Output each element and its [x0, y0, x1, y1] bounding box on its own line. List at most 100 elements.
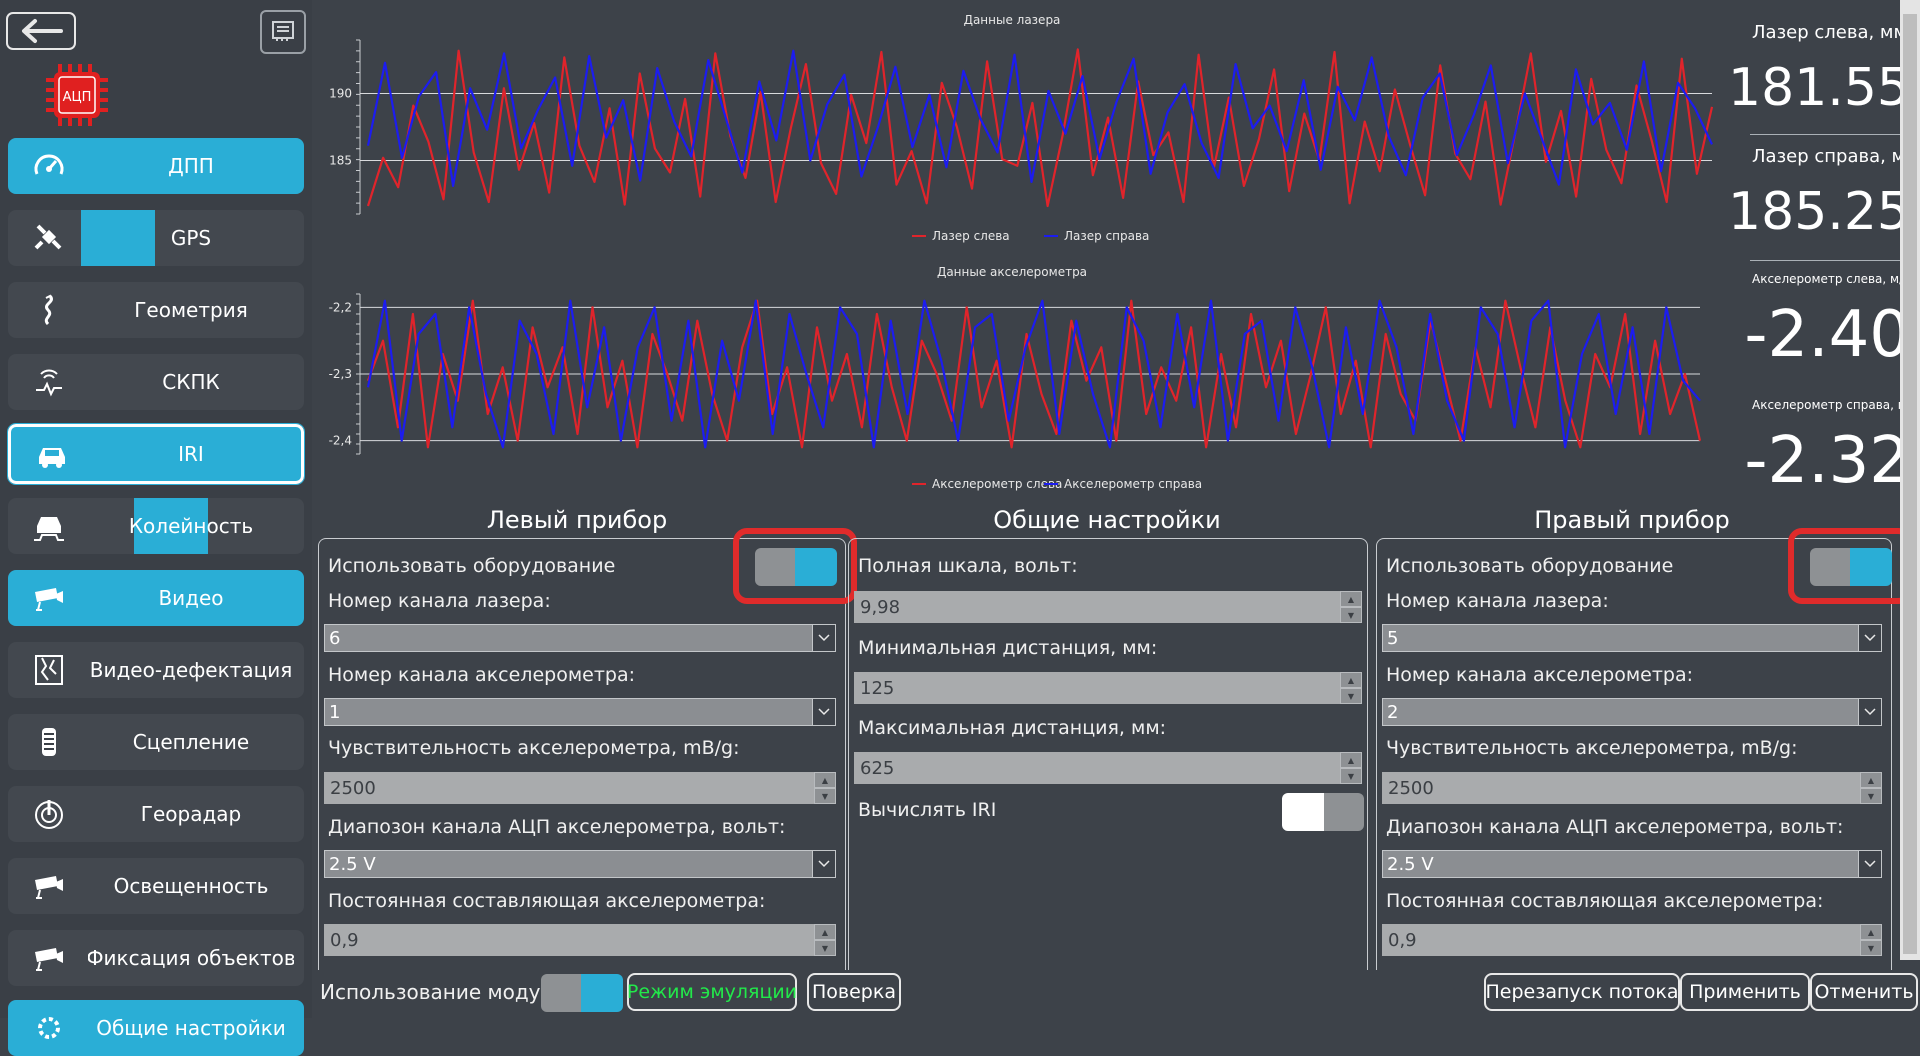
- right-range-label: Диапозон канала АЦП акселерометра, вольт…: [1386, 816, 1844, 838]
- camera-icon: [35, 588, 63, 611]
- spin-up-icon[interactable]: ▲: [1340, 591, 1362, 607]
- verification-button[interactable]: Поверка: [807, 973, 901, 1011]
- readout-divider: [1750, 260, 1908, 261]
- arrow-left-icon: [22, 19, 63, 43]
- right-accel-channel-select[interactable]: 2: [1382, 698, 1882, 726]
- sidebar-item-objects[interactable]: Фиксация объектов: [8, 930, 304, 986]
- sidebar-item-video[interactable]: Видео: [8, 570, 304, 626]
- sidebar-item-common-settings[interactable]: Общие настройки: [8, 1000, 304, 1056]
- signal-icon: [36, 369, 62, 397]
- select-value: 2.5 V: [1387, 853, 1434, 875]
- spin-up-icon[interactable]: ▲: [1340, 672, 1362, 688]
- min-distance-label: Минимальная дистанция, мм:: [858, 637, 1158, 659]
- sidebar-item-label: Видео-дефектация: [89, 658, 293, 682]
- sidebar-item-label: IRI: [178, 442, 204, 466]
- device-settings-button[interactable]: [260, 10, 306, 54]
- max-distance-input[interactable]: 625 ▲ ▼: [854, 752, 1362, 784]
- y-tick-label: 185: [329, 153, 352, 167]
- spin-up-icon[interactable]: ▲: [814, 772, 836, 788]
- left-laser-channel-select[interactable]: 6: [324, 624, 836, 652]
- right-accel-channel-label: Номер канала акселерометра:: [1386, 664, 1694, 686]
- full-scale-input[interactable]: 9,98 ▲ ▼: [854, 591, 1362, 623]
- accel-chart: Данные акселерометра -2,2 -2,3 -2,4 Акселеро…: [329, 265, 1702, 491]
- sidebar-item-grip[interactable]: Сцепление: [8, 714, 304, 770]
- accel-right-label: Акселерометр справа, м/с²: [1752, 398, 1920, 412]
- input-value: 2500: [1388, 777, 1434, 799]
- calc-iri-label: Вычислять IRI: [858, 799, 997, 821]
- spin-down-icon[interactable]: ▼: [1340, 688, 1362, 704]
- left-dc-input[interactable]: 0,9 ▲ ▼: [324, 924, 836, 956]
- chevron-down-icon: [812, 851, 835, 877]
- left-accel-channel-select[interactable]: 1: [324, 698, 836, 726]
- right-use-label: Использовать оборудование: [1386, 555, 1674, 577]
- y-tick-label: -2,4: [329, 434, 352, 448]
- spin-down-icon[interactable]: ▼: [1340, 768, 1362, 784]
- sidebar-item-rut[interactable]: Колейность: [8, 498, 304, 554]
- min-distance-input[interactable]: 125 ▲ ▼: [854, 672, 1362, 704]
- laser-left-label: Лазер слева, мм: [1752, 22, 1908, 43]
- sidebar-item-iri[interactable]: IRI: [7, 423, 305, 485]
- left-range-select[interactable]: 2.5 V: [324, 850, 836, 878]
- adc-logo-text: АЦП: [63, 90, 92, 105]
- sidebar-item-geometry[interactable]: Геометрия: [8, 282, 304, 338]
- right-laser-channel-select[interactable]: 5: [1382, 624, 1882, 652]
- legend-label: Акселерометр справа: [1064, 477, 1202, 491]
- chevron-down-icon: [812, 625, 835, 651]
- gear-icon: [38, 1017, 60, 1039]
- spin-up-icon[interactable]: ▲: [1340, 752, 1362, 768]
- sidebar-item-label: Сцепление: [132, 730, 250, 754]
- series-line-1: [366, 48, 1714, 208]
- sidebar-item-video-defect[interactable]: Видео-дефектация: [8, 642, 304, 698]
- input-value: 625: [860, 757, 895, 779]
- legend-label: Лазер справа: [1064, 229, 1149, 243]
- restart-stream-button[interactable]: Перезапуск потока: [1484, 973, 1680, 1011]
- spin-down-icon[interactable]: ▼: [814, 788, 836, 804]
- sidebar-item-georadar[interactable]: Георадар: [8, 786, 304, 842]
- spin-down-icon[interactable]: ▼: [1340, 607, 1362, 623]
- sidebar-item-label: GPS: [170, 226, 212, 250]
- select-value: 1: [329, 701, 341, 723]
- cancel-button[interactable]: Отменить: [1810, 973, 1918, 1011]
- right-dc-label: Постоянная составляющая акселерометра:: [1386, 890, 1824, 912]
- max-distance-label: Максимальная дистанция, мм:: [858, 717, 1167, 739]
- module-usage-toggle[interactable]: [541, 974, 623, 1012]
- spin-down-icon[interactable]: ▼: [814, 940, 836, 956]
- sidebar-item-label: СКПК: [162, 370, 220, 394]
- scrollbar-thumb[interactable]: [1903, 14, 1917, 954]
- spin-up-icon[interactable]: ▲: [1860, 772, 1882, 788]
- laser-chart: Данные лазера 190 185 Лазер слева Лазер спра…: [329, 13, 1714, 243]
- laser-left-value: 181.55: [1728, 58, 1910, 118]
- select-value: 5: [1387, 627, 1399, 649]
- right-sensitivity-input[interactable]: 2500 ▲ ▼: [1382, 772, 1882, 804]
- tire-icon: [42, 728, 56, 756]
- legend-label: Акселерометр слева: [932, 477, 1062, 491]
- scrollbar[interactable]: [1900, 0, 1920, 960]
- radar-icon: [35, 800, 63, 829]
- left-laser-channel-label: Номер канала лазера:: [328, 590, 551, 612]
- right-range-select[interactable]: 2.5 V: [1382, 850, 1882, 878]
- chevron-down-icon: [812, 699, 835, 725]
- accel-left-value: -2.40: [1744, 298, 1910, 372]
- left-sensitivity-input[interactable]: 2500 ▲ ▼: [324, 772, 836, 804]
- sidebar-item-illumination[interactable]: Освещенность: [8, 858, 304, 914]
- sidebar-item-skpk[interactable]: СКПК: [8, 354, 304, 410]
- back-button[interactable]: [6, 12, 76, 50]
- left-use-label: Использовать оборудование: [328, 555, 616, 577]
- sidebar-item-gps[interactable]: GPS: [8, 210, 304, 266]
- module-usage-label: Использование модуля: [320, 980, 566, 1004]
- emulation-mode-button[interactable]: Режим эмуляции: [627, 973, 797, 1011]
- spin-up-icon[interactable]: ▲: [1860, 924, 1882, 940]
- sidebar-item-label: Геометрия: [134, 298, 248, 322]
- y-tick-label: -2,2: [329, 300, 352, 314]
- calc-iri-toggle[interactable]: [1282, 793, 1364, 831]
- laser-right-label: Лазер справа, мм: [1752, 146, 1919, 167]
- spin-down-icon[interactable]: ▼: [1860, 940, 1882, 956]
- satellite-icon: [34, 224, 62, 250]
- speedometer-icon: [34, 154, 64, 175]
- spin-up-icon[interactable]: ▲: [814, 924, 836, 940]
- right-dc-input[interactable]: 0,9 ▲ ▼: [1382, 924, 1882, 956]
- apply-button[interactable]: Применить: [1680, 973, 1810, 1011]
- sidebar-item-dpp[interactable]: ДПП: [8, 138, 304, 194]
- spin-down-icon[interactable]: ▼: [1860, 788, 1882, 804]
- camera-icon: [35, 948, 63, 971]
